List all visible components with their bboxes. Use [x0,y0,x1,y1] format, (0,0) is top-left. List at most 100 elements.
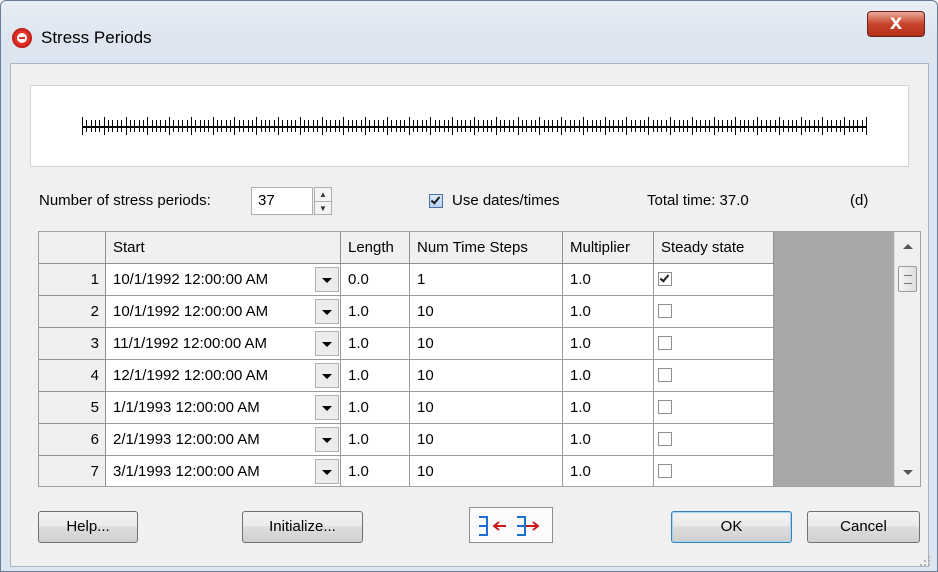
total-time-label: Total time: 37.0 [647,192,749,209]
length-cell[interactable]: 1.0 [341,328,410,360]
start-cell[interactable]: 3/1/1993 12:00:00 AM [106,456,341,486]
steady-state-cell [654,456,774,486]
chevron-down-icon[interactable] [315,299,339,324]
timeline-tick [779,117,780,135]
timeline-tick [757,117,758,135]
timeline-tick [487,120,488,132]
num-time-steps-cell[interactable]: 10 [410,456,563,486]
timeline-tick [531,120,532,132]
num-time-steps-cell[interactable]: 10 [410,296,563,328]
timeline-tick [112,120,113,132]
spin-down-icon[interactable]: ▼ [315,201,331,214]
timeline-tick [448,120,449,132]
close-button[interactable]: X [867,11,925,37]
chevron-down-icon[interactable] [315,267,339,292]
steady-state-checkbox[interactable] [658,304,672,318]
multiplier-cell[interactable]: 1.0 [563,424,654,456]
num-time-steps-cell[interactable]: 10 [410,392,563,424]
initialize-button[interactable]: Initialize... [242,511,363,543]
chevron-down-icon[interactable] [315,331,339,356]
timeline-tick [156,120,157,132]
timeline-tick [635,120,636,132]
num-periods-label: Number of stress periods: [39,192,211,209]
steady-state-checkbox[interactable] [658,368,672,382]
length-cell[interactable]: 0.0 [341,264,410,296]
cancel-button[interactable]: Cancel [807,511,920,543]
start-cell[interactable]: 10/1/1992 12:00:00 AM [106,264,341,296]
timeline-tick [282,120,283,132]
multiplier-cell[interactable]: 1.0 [563,456,654,486]
steady-state-checkbox[interactable] [658,432,672,446]
col-header-start[interactable]: Start [106,232,341,264]
timeline-tick [644,120,645,132]
steady-state-cell [654,328,774,360]
ok-button[interactable]: OK [671,511,792,543]
multiplier-cell[interactable]: 1.0 [563,328,654,360]
timeline-tick [99,120,100,132]
steady-state-checkbox[interactable] [658,400,672,414]
scroll-thumb[interactable] [898,266,917,292]
timeline-tick [426,120,427,132]
timeline-tick [805,120,806,132]
vertical-scrollbar[interactable] [894,232,920,486]
timeline-tick [400,120,401,132]
multiplier-cell[interactable]: 1.0 [563,264,654,296]
timeline-tick [748,120,749,132]
multiplier-cell[interactable]: 1.0 [563,392,654,424]
scroll-down-icon[interactable] [903,470,913,475]
num-time-steps-cell[interactable]: 10 [410,328,563,360]
steady-state-checkbox[interactable] [658,272,672,286]
steady-state-checkbox[interactable] [658,336,672,350]
chevron-down-icon[interactable] [315,427,339,452]
chevron-down-icon[interactable] [315,363,339,388]
length-cell[interactable]: 1.0 [341,392,410,424]
multiplier-cell[interactable]: 1.0 [563,296,654,328]
spin-up-icon[interactable]: ▲ [315,188,331,201]
start-cell[interactable]: 2/1/1993 12:00:00 AM [106,424,341,456]
timeline-tick [714,117,715,135]
start-cell[interactable]: 10/1/1992 12:00:00 AM [106,296,341,328]
timeline-tick [509,120,510,132]
start-value: 3/1/1993 12:00:00 AM [113,463,260,480]
timeline-tick [191,117,192,135]
col-header-steady-state[interactable]: Steady state [654,232,774,264]
col-header-multiplier[interactable]: Multiplier [563,232,654,264]
chevron-down-icon[interactable] [315,395,339,420]
num-time-steps-cell[interactable]: 10 [410,360,563,392]
start-value: 11/1/1992 12:00:00 AM [113,335,268,352]
timeline-tick [204,120,205,132]
timeline-tick [683,120,684,132]
length-cell[interactable]: 1.0 [341,360,410,392]
timeline-tick [230,120,231,132]
insert-delete-rows-button[interactable] [469,507,553,543]
start-cell[interactable]: 11/1/1992 12:00:00 AM [106,328,341,360]
num-periods-spinner[interactable]: ▲ ▼ [314,187,332,215]
length-cell[interactable]: 1.0 [341,456,410,486]
multiplier-cell[interactable]: 1.0 [563,360,654,392]
help-button[interactable]: Help... [38,511,138,543]
num-time-steps-cell[interactable]: 10 [410,424,563,456]
col-header-length[interactable]: Length [341,232,410,264]
timeline-tick [818,120,819,132]
timeline-tick [709,120,710,132]
timeline-tick [809,120,810,132]
timeline-tick [195,120,196,132]
timeline-tick [422,120,423,132]
timeline-tick [178,120,179,132]
num-periods-input[interactable]: 37 [251,187,313,215]
start-cell[interactable]: 12/1/1992 12:00:00 AM [106,360,341,392]
chevron-down-icon[interactable] [315,459,339,484]
app-icon [12,28,32,48]
resize-grip-icon[interactable] [919,555,931,567]
steady-state-checkbox[interactable] [658,464,672,478]
use-dates-checkbox[interactable] [429,194,443,208]
scroll-up-icon[interactable] [903,244,913,249]
start-cell[interactable]: 1/1/1993 12:00:00 AM [106,392,341,424]
timeline-tick [796,120,797,132]
timeline-tick [618,120,619,132]
num-time-steps-cell[interactable]: 1 [410,264,563,296]
length-cell[interactable]: 1.0 [341,424,410,456]
timeline-tick [221,120,222,132]
col-header-num-time-steps[interactable]: Num Time Steps [410,232,563,264]
length-cell[interactable]: 1.0 [341,296,410,328]
